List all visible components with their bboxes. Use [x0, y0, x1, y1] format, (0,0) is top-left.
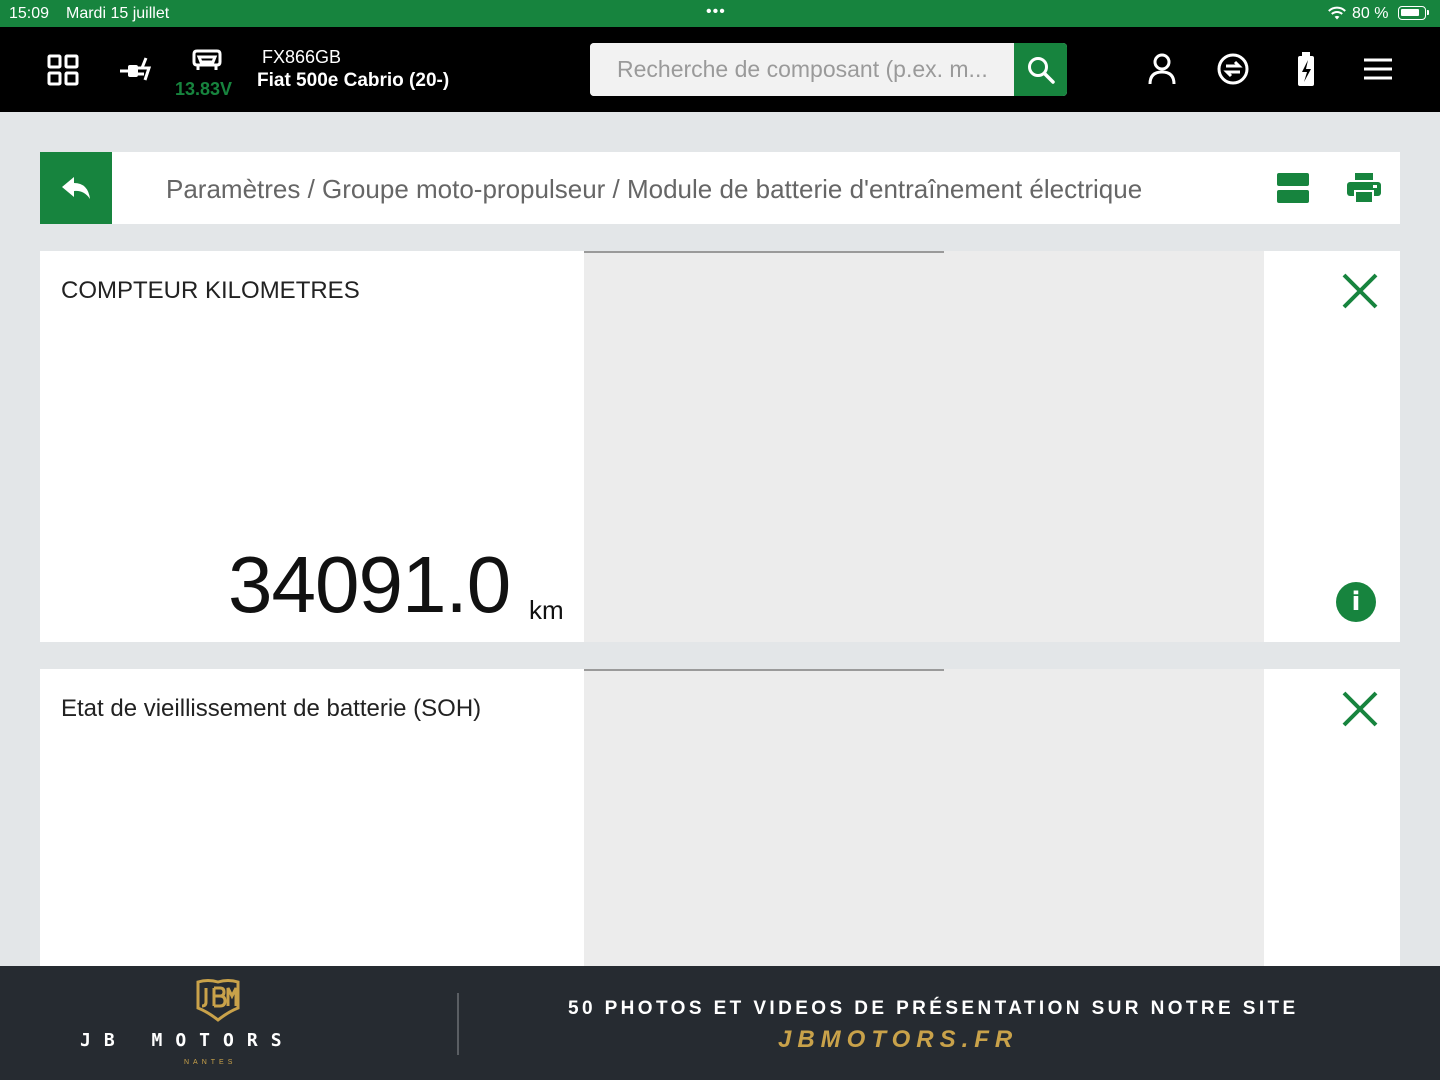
menu-icon[interactable] — [1358, 49, 1398, 89]
card-title: COMPTEUR KILOMETRES — [61, 277, 360, 304]
chart-area — [584, 251, 1264, 642]
layout-toggle-icon[interactable] — [1276, 172, 1310, 204]
top-bar: 13.83V FX866GB Fiat 500e Cabrio (20-) — [0, 27, 1440, 112]
grid-icon[interactable] — [44, 51, 82, 89]
battery-icon[interactable] — [1286, 49, 1326, 89]
dealer-city: NANTES — [184, 1059, 237, 1066]
promo-text: 50 PHOTOS ET VIDEOS DE PRÉSENTATION SUR … — [568, 998, 1299, 1019]
jbm-logo-icon — [193, 978, 243, 1022]
mileage-unit: km — [529, 595, 564, 625]
status-bar: 15:09 Mardi 15 juillet ••• 80 % — [0, 0, 1440, 27]
soh-card: Etat de vieillissement de batterie (SOH) — [40, 669, 1400, 969]
print-icon[interactable] — [1346, 172, 1382, 204]
divider — [457, 993, 459, 1055]
sync-icon[interactable] — [1213, 49, 1253, 89]
breadcrumb: Paramètres / Groupe moto-propulseur / Mo… — [166, 174, 1143, 204]
battery-percent: 80 % — [1352, 5, 1389, 22]
card-content: COMPTEUR KILOMETRES 34091.0 km — [40, 251, 584, 642]
mileage-value: 34091.0 — [228, 540, 511, 629]
battery-status-icon — [1398, 6, 1429, 20]
vehicle-model: Fiat 500e Cabrio (20-) — [257, 70, 450, 91]
status-date: Mardi 15 juillet — [66, 5, 170, 22]
close-icon[interactable] — [1340, 689, 1380, 729]
breadcrumb-bar: Paramètres / Groupe moto-propulseur / Mo… — [40, 152, 1400, 224]
search-input[interactable] — [590, 43, 1014, 96]
battery-voltage: 13.83V — [175, 79, 233, 99]
search-button[interactable] — [1014, 43, 1067, 96]
vehicle-plate: FX866GB — [262, 47, 342, 67]
chart-top-line — [584, 251, 944, 253]
back-button[interactable] — [40, 152, 112, 224]
info-icon[interactable]: i — [1336, 582, 1376, 622]
dealer-name: JB MOTORS — [80, 1030, 295, 1051]
wifi-icon — [1327, 5, 1347, 26]
card-title: Etat de vieillissement de batterie (SOH) — [61, 695, 482, 722]
back-arrow-icon — [62, 177, 90, 199]
website-link[interactable]: JBMOTORS.FR — [778, 1026, 1018, 1054]
search-icon — [1027, 56, 1055, 84]
user-icon[interactable] — [1142, 49, 1182, 89]
chart-area — [584, 669, 1264, 969]
chart-top-line — [584, 669, 944, 671]
component-search — [590, 43, 1067, 96]
mileage-card: COMPTEUR KILOMETRES 34091.0 km i — [40, 251, 1400, 642]
plug-icon[interactable] — [116, 51, 156, 89]
dealer-banner: JB MOTORS NANTES 50 PHOTOS ET VIDEOS DE … — [0, 966, 1440, 1080]
multitask-dots-icon[interactable]: ••• — [706, 3, 726, 21]
close-icon[interactable] — [1340, 271, 1380, 311]
card-content: Etat de vieillissement de batterie (SOH) — [40, 669, 584, 969]
car-icon — [188, 47, 226, 75]
status-time: 15:09 — [9, 5, 50, 22]
